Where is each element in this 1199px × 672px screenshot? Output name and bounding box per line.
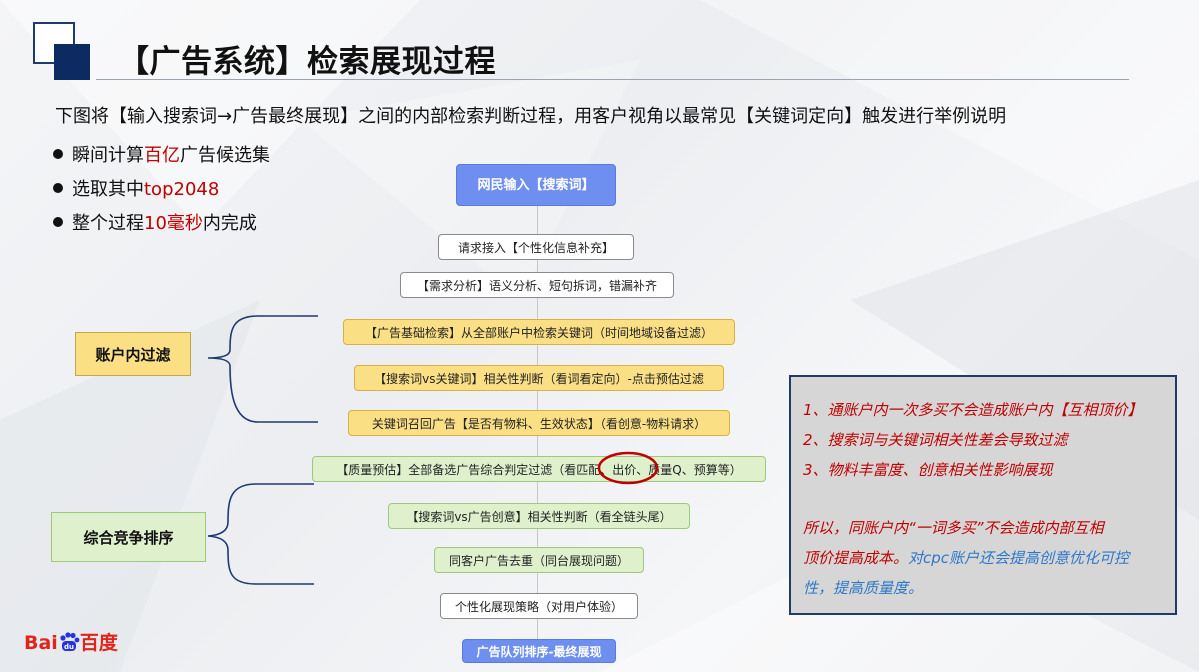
bullet-highlight: top2048	[144, 179, 220, 200]
intro-text: 下图将【输入搜索词→广告最终展现】之间的内部检索判断过程，用客户视角以最常见【关…	[55, 106, 1007, 127]
bullet-dot-icon	[53, 149, 63, 159]
flow-step-request: 请求接入【个性化信息补充】	[438, 234, 634, 260]
note-line-2: 2、搜索词与关键词相关性差会导致过滤	[803, 431, 1068, 449]
flow-step-relevance-creative: 【搜索词vs广告创意】相关性判断（看全链头尾）	[388, 503, 690, 529]
title-divider	[96, 79, 1129, 80]
note-line-4: 所以，同账户内“一词多买”不会造成内部互相	[803, 519, 1104, 537]
note-text-red: 顶价提高成本。	[803, 549, 909, 567]
bullet-text: 广告候选集	[180, 145, 270, 166]
bullet-highlight: 10毫秒	[144, 213, 203, 234]
bullet-text: 整个过程	[72, 213, 144, 234]
flow-step-personalized: 个性化展现策略（对用户体验）	[440, 593, 638, 619]
bullet-dot-icon	[53, 217, 63, 227]
page-title: 【广告系统】检索展现过程	[118, 44, 496, 80]
note-text-blue: 对cpc账户还会提高创意优化可控	[908, 549, 1130, 567]
note-line-6: 性，提高质量度。	[803, 579, 924, 597]
title-decoration-fill	[54, 44, 90, 80]
flow-step-dedupe: 同客户广告去重（同台展现问题）	[434, 547, 644, 573]
note-line-3: 3、物料丰富度、创意相关性影响展现	[803, 461, 1053, 479]
flow-step-demand-analysis: 【需求分析】语义分析、短句拆词，错漏补齐	[400, 272, 674, 298]
note-line-1: 1、通账户内一次多买不会造成账户内【互相顶价】	[803, 401, 1143, 419]
flow-step-final-display: 广告队列排序-最终展现	[462, 639, 616, 663]
flow-step-quality-estimate: 【质量预估】全部备选广告综合判定过滤（看匹配、出价、质量Q、预算等）	[312, 456, 766, 482]
bullet-highlight: 百亿	[144, 145, 180, 166]
label-competition: 综合竞争排序	[51, 512, 206, 562]
logo-text-bai: Bai	[24, 632, 58, 654]
note-line-5: 顶价提高成本。对cpc账户还会提高创意优化可控	[803, 547, 1129, 568]
flow-step-search-input: 网民输入【搜索词】	[456, 164, 616, 206]
bullet-item: 选取其中top2048	[53, 176, 270, 210]
flow-step-relevance-keyword: 【搜索词vs关键词】相关性判断（看词看定向）-点击预估过滤	[354, 365, 724, 391]
flow-step-basic-retrieval: 【广告基础检索】从全部账户中检索关键词（时间地域设备过滤）	[343, 319, 735, 345]
bullet-list: 瞬间计算百亿广告候选集 选取其中top2048 整个过程10毫秒内完成	[53, 142, 270, 244]
bullet-text: 内完成	[202, 213, 257, 234]
bullet-dot-icon	[53, 183, 63, 193]
note-box: 1、通账户内一次多买不会造成账户内【互相顶价】 2、搜索词与关键词相关性差会导致…	[789, 375, 1177, 615]
flow-step-ad-recall: 关键词召回广告【是否有物料、生效状态】（看创意-物料请求）	[348, 410, 730, 436]
svg-text:du: du	[64, 643, 74, 651]
paw-icon: du	[58, 632, 80, 652]
logo-text-baidu-cn: 百度	[79, 632, 118, 654]
baidu-logo: Bai du 百度	[24, 628, 118, 655]
bullet-item: 整个过程10毫秒内完成	[53, 210, 270, 244]
bullet-item: 瞬间计算百亿广告候选集	[53, 142, 270, 176]
bullet-text: 瞬间计算	[72, 145, 144, 166]
bullet-text: 选取其中	[72, 179, 144, 200]
label-account-filter: 账户内过滤	[75, 332, 191, 376]
